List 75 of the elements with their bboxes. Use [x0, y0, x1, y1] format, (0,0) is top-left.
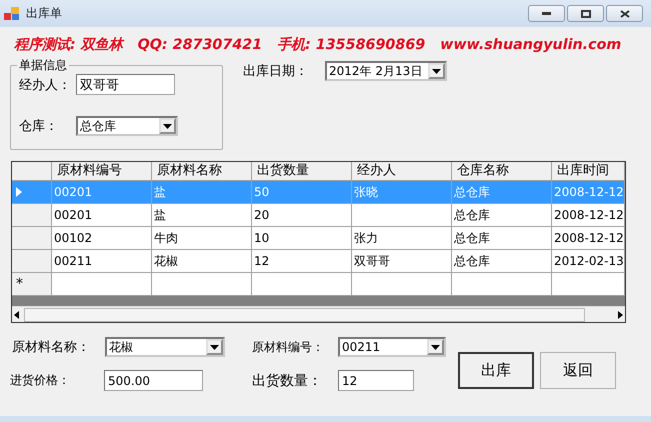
field-label: 出库日期： — [243, 63, 309, 80]
scroll-right-icon — [615, 310, 625, 320]
field-label: 进货价格： — [10, 372, 71, 389]
dropdown-arrow-icon — [431, 344, 440, 350]
field-label: 经办人： — [19, 76, 72, 94]
material-name-combo[interactable]: 花椒 — [105, 337, 225, 357]
app-icon — [4, 6, 20, 20]
minimize-icon — [542, 12, 551, 15]
field-label: 出货数量： — [252, 372, 323, 390]
maximize-icon — [580, 10, 590, 18]
field-label: 原材料编号： — [252, 338, 325, 356]
column-header[interactable]: 仓库名称 — [452, 162, 552, 181]
table-cell[interactable] — [452, 273, 552, 296]
minimize-button[interactable] — [528, 5, 565, 22]
table-cell: 00201 — [52, 181, 152, 204]
maximize-button[interactable] — [567, 5, 604, 22]
material-code-combo[interactable]: 00211 — [338, 337, 446, 357]
price-input[interactable]: 500.00 — [104, 370, 203, 391]
table-cell: 盐 — [152, 204, 252, 227]
new-row-marker: * — [12, 273, 52, 296]
table-cell: 50 — [252, 181, 352, 204]
banner-text: 程序测试: 双鱼林 QQ: 287307421 手机: 13558690869 www.shuangyulin.com — [14, 36, 622, 55]
table-cell[interactable] — [252, 273, 352, 296]
dropdown-arrow-icon — [432, 68, 441, 74]
action-button[interactable]: 出库 — [458, 352, 534, 389]
table-cell: 总仓库 — [452, 204, 552, 227]
row-header[interactable] — [12, 227, 52, 250]
column-header[interactable]: 原材料名称 — [152, 162, 252, 181]
close-button[interactable] — [606, 5, 643, 22]
table-cell: 10 — [252, 227, 352, 250]
group-title: 单据信息 — [18, 57, 68, 74]
window-title: 出库单 — [26, 5, 63, 22]
table-cell: 2012-02-13 — [552, 250, 625, 273]
handler-input[interactable]: 双哥哥 — [76, 74, 175, 95]
table-cell: 12 — [252, 250, 352, 273]
warehouse-combo[interactable]: 总仓库 — [76, 116, 178, 136]
current-row-icon — [16, 187, 22, 197]
column-header[interactable]: 经办人 — [352, 162, 452, 181]
table-cell: 2008-12-12 — [552, 204, 625, 227]
table-cell: 双哥哥 — [352, 250, 452, 273]
dropdown-arrow-icon — [163, 124, 172, 128]
quantity-input[interactable]: 12 — [338, 370, 414, 391]
table-cell: 总仓库 — [452, 181, 552, 204]
table-cell[interactable] — [552, 273, 625, 296]
column-header[interactable]: 出货数量 — [252, 162, 352, 181]
table-cell: 2008-12-12 — [552, 227, 625, 250]
column-header[interactable]: 出库时间 — [552, 162, 625, 181]
table-cell: 张晓 — [352, 181, 452, 204]
table-cell: 总仓库 — [452, 250, 552, 273]
scroll-left-icon — [12, 310, 22, 320]
row-header[interactable] — [12, 250, 52, 273]
table-cell: 盐 — [152, 181, 252, 204]
dropdown-arrow-icon — [210, 344, 219, 350]
horizontal-scrollbar[interactable] — [12, 306, 625, 322]
row-header[interactable] — [12, 181, 52, 204]
table-cell[interactable] — [352, 273, 452, 296]
table-cell: 花椒 — [152, 250, 252, 273]
table-cell[interactable] — [52, 273, 152, 296]
field-label: 仓库： — [19, 118, 59, 135]
table-cell: 00211 — [52, 250, 152, 273]
table-cell: 总仓库 — [452, 227, 552, 250]
table-cell: 牛肉 — [152, 227, 252, 250]
table-cell[interactable] — [152, 273, 252, 296]
row-header[interactable] — [12, 204, 52, 227]
table-cell: 00201 — [52, 204, 152, 227]
column-header[interactable]: 原材料编号 — [52, 162, 152, 181]
table-cell: 00102 — [52, 227, 152, 250]
close-icon — [620, 10, 630, 18]
action-button[interactable]: 返回 — [540, 352, 616, 389]
table-cell: 张力 — [352, 227, 452, 250]
corner-header — [12, 162, 52, 181]
date-picker[interactable]: 2012年 2月13日 — [325, 61, 447, 81]
field-label: 原材料名称： — [12, 339, 91, 356]
table-cell: 2008-12-12 — [552, 181, 625, 204]
table-cell: 20 — [252, 204, 352, 227]
